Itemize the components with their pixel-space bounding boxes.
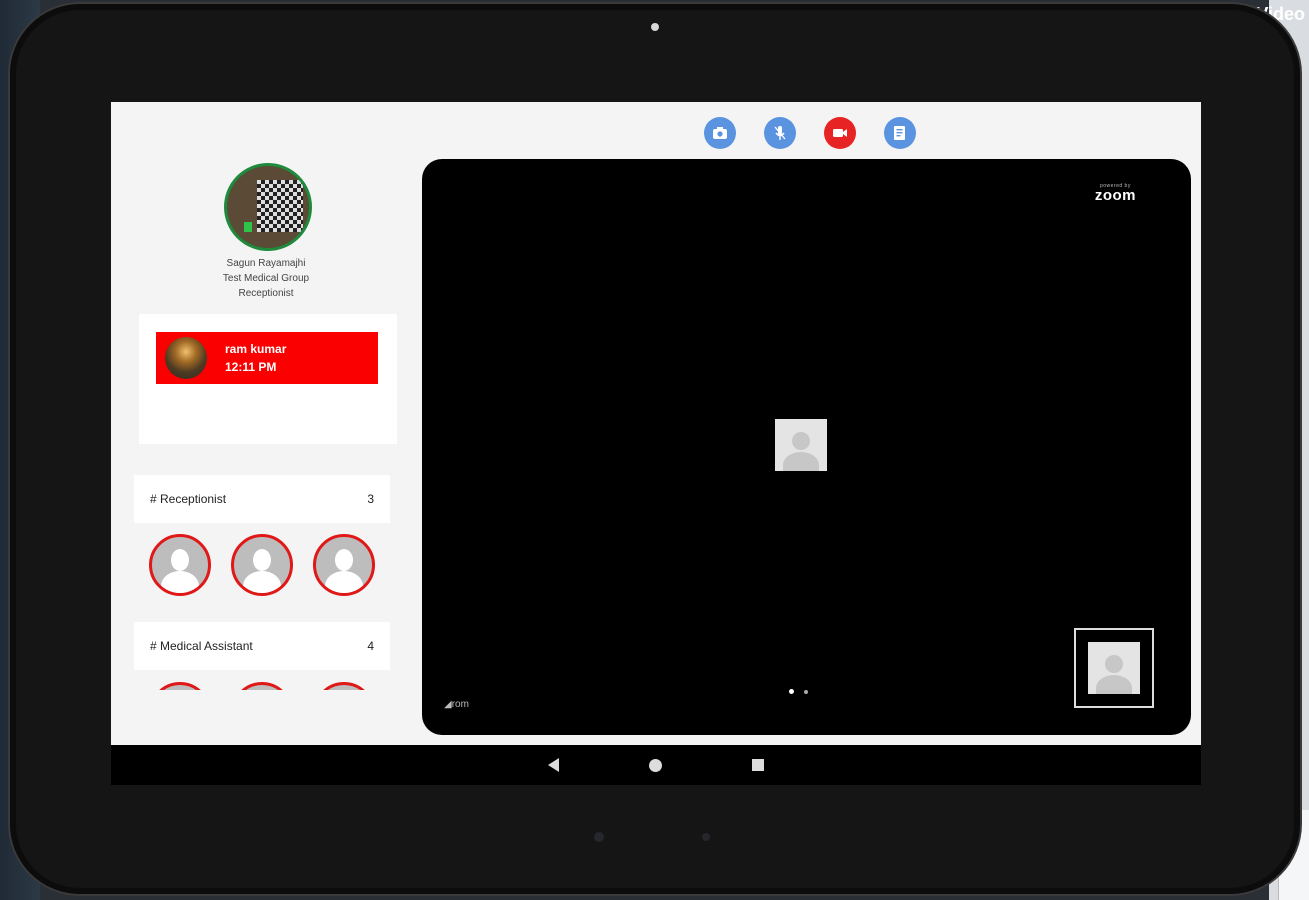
home-icon[interactable] bbox=[649, 758, 662, 772]
profile-avatar[interactable] bbox=[224, 163, 312, 251]
sensor-right bbox=[702, 833, 710, 841]
page-dot bbox=[804, 690, 808, 694]
android-navbar bbox=[111, 745, 1201, 785]
remote-participant-placeholder bbox=[775, 419, 827, 471]
video-call-area[interactable]: powered by zoom ◢rom bbox=[422, 159, 1191, 735]
profile-name: Sagun Rayamajhi bbox=[226, 258, 306, 269]
front-camera bbox=[651, 23, 659, 31]
profile-organization: Test Medical Group bbox=[222, 273, 310, 284]
app-screen: Sagun Rayamajhi Test Medical Group Recep… bbox=[111, 102, 1201, 785]
profile-role: Receptionist bbox=[238, 288, 294, 299]
call-actions bbox=[704, 117, 916, 149]
waiting-queue: ram kumar 12:11 PM bbox=[139, 314, 397, 444]
member-avatar[interactable] bbox=[231, 534, 293, 596]
back-icon[interactable] bbox=[548, 758, 559, 772]
camera-switch-button[interactable] bbox=[704, 117, 736, 149]
video-toggle-icon bbox=[833, 129, 847, 137]
recents-icon[interactable] bbox=[752, 759, 764, 771]
chat-icon bbox=[894, 126, 905, 140]
group-count: 3 bbox=[367, 492, 374, 506]
member-avatar[interactable] bbox=[313, 534, 375, 596]
sensor-left bbox=[594, 832, 604, 842]
member-avatar[interactable] bbox=[149, 534, 211, 596]
zoom-logo: powered by zoom bbox=[1094, 183, 1136, 204]
group-title: # Receptionist bbox=[150, 492, 227, 506]
group-members-receptionist bbox=[149, 534, 375, 596]
group-count: 4 bbox=[367, 639, 374, 653]
tablet-frame: Sagun Rayamajhi Test Medical Group Recep… bbox=[10, 4, 1300, 894]
member-avatar[interactable] bbox=[313, 682, 375, 690]
page-dot-active bbox=[789, 689, 794, 694]
member-avatar[interactable] bbox=[149, 682, 211, 690]
microphone-button[interactable] bbox=[764, 117, 796, 149]
self-view-placeholder bbox=[1088, 642, 1140, 694]
queue-avatar bbox=[165, 337, 207, 379]
microphone-icon bbox=[774, 126, 786, 140]
queue-item-name: ram kumar bbox=[225, 342, 287, 356]
member-avatar[interactable] bbox=[231, 682, 293, 690]
group-header-medical-assistant[interactable]: # Medical Assistant 4 bbox=[134, 622, 390, 670]
group-title: # Medical Assistant bbox=[150, 639, 253, 653]
group-header-receptionist[interactable]: # Receptionist 3 bbox=[134, 475, 390, 523]
chat-button[interactable] bbox=[884, 117, 916, 149]
camera-switch-icon bbox=[713, 127, 727, 139]
page-indicator bbox=[789, 689, 808, 694]
group-members-medical-assistant bbox=[149, 682, 375, 690]
participant-label: ◢rom bbox=[444, 699, 469, 710]
profile-info: Sagun Rayamajhi Test Medical Group Recep… bbox=[171, 256, 361, 301]
signal-icon: ◢ bbox=[444, 699, 452, 710]
queue-item-time: 12:11 PM bbox=[225, 360, 277, 374]
video-toggle-button[interactable] bbox=[824, 117, 856, 149]
queue-item[interactable]: ram kumar 12:11 PM bbox=[156, 332, 378, 384]
self-view[interactable] bbox=[1074, 628, 1154, 708]
